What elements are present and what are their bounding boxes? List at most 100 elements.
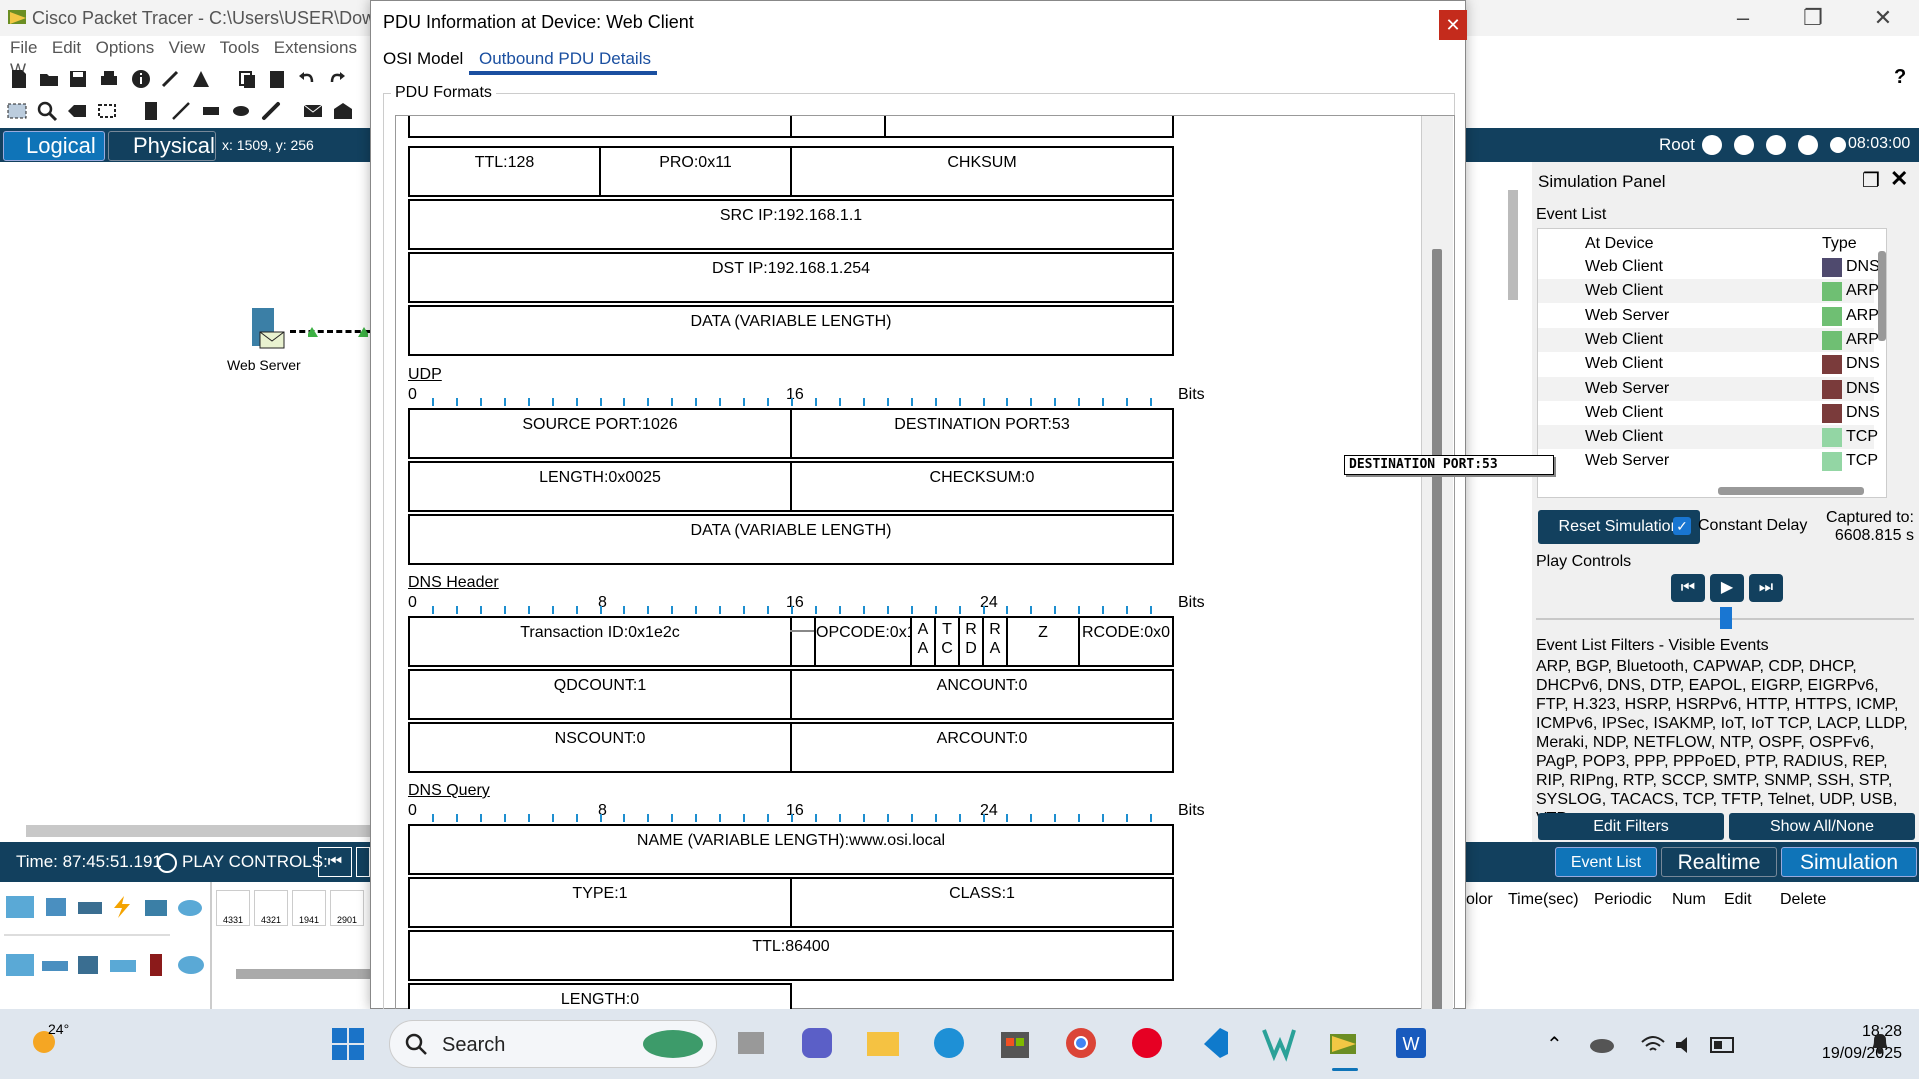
rectangle-icon[interactable] — [200, 100, 222, 122]
help-icon[interactable]: ? — [1894, 66, 1906, 89]
pdu-col-time[interactable]: Time(sec) — [1508, 891, 1579, 909]
multiuser-icon[interactable] — [176, 894, 204, 920]
security-category-icon[interactable] — [144, 952, 168, 978]
undock-icon[interactable]: ❐ — [1862, 168, 1880, 193]
menu-edit[interactable]: Edit — [52, 38, 81, 58]
physical-view-button[interactable]: Physical — [108, 131, 216, 161]
start-menu-icon[interactable] — [330, 1026, 366, 1062]
freeform-icon[interactable] — [260, 100, 282, 122]
battery-icon[interactable] — [1710, 1036, 1738, 1054]
event-row[interactable]: Web Server TCP — [1538, 449, 1878, 473]
event-list-hscrollbar[interactable] — [1718, 487, 1864, 495]
step-back-button[interactable]: ⏮ — [318, 847, 352, 877]
paste-icon[interactable] — [266, 68, 288, 90]
pdu-col-periodic[interactable]: Periodic — [1594, 891, 1652, 909]
realtime-mode-button[interactable]: Realtime — [1661, 847, 1777, 877]
edge-browser-icon[interactable] — [930, 1024, 968, 1062]
menu-tools[interactable]: Tools — [220, 38, 260, 58]
tab-outbound-pdu-details[interactable]: Outbound PDU Details — [469, 49, 661, 69]
dialog-scrollbar-thumb[interactable] — [1432, 249, 1442, 1009]
notification-bell-icon[interactable] — [1868, 1030, 1892, 1056]
show-all-none-button[interactable]: Show All/None — [1729, 813, 1915, 840]
tab-osi-model[interactable]: OSI Model — [383, 49, 463, 69]
word-icon[interactable]: W — [1392, 1024, 1430, 1062]
event-list-scrollbar[interactable] — [1878, 251, 1886, 341]
menu-view[interactable]: View — [169, 38, 206, 58]
dialog-close-button[interactable]: ✕ — [1439, 10, 1467, 40]
minimize-button[interactable]: – — [1720, 4, 1766, 32]
wizard-icon[interactable] — [160, 68, 182, 90]
vscode-icon[interactable] — [1194, 1024, 1232, 1062]
maximize-button[interactable]: ❐ — [1790, 4, 1836, 32]
end-devices-icon[interactable] — [42, 894, 70, 920]
menu-file[interactable]: File — [10, 38, 37, 58]
close-window-button[interactable]: ✕ — [1860, 4, 1906, 32]
pdu-col-edit[interactable]: Edit — [1724, 891, 1752, 909]
palette-scrollbar[interactable] — [236, 969, 370, 979]
wireless-category-icon[interactable] — [108, 952, 138, 978]
event-list-toggle[interactable]: Event List — [1555, 847, 1657, 877]
event-row[interactable]: Web Client DNS — [1538, 352, 1880, 376]
edit-filters-button[interactable]: Edit Filters — [1538, 813, 1724, 840]
task-view-icon[interactable] — [732, 1024, 770, 1062]
open-folder-icon[interactable] — [38, 68, 60, 90]
simulation-mode-button[interactable]: Simulation — [1781, 847, 1917, 877]
print-icon[interactable] — [98, 68, 120, 90]
delete-icon[interactable] — [66, 100, 88, 122]
pinterest-icon[interactable] — [1128, 1024, 1166, 1062]
ellipse-icon[interactable] — [230, 100, 252, 122]
play-button[interactable]: ▶ — [1710, 574, 1744, 602]
canvas-vertical-scrollbar[interactable] — [1508, 190, 1518, 300]
capture-forward-button[interactable]: ⏭ — [1749, 574, 1783, 602]
router-2901[interactable]: 2901 — [330, 890, 364, 926]
constant-delay-checkbox[interactable]: ✓ — [1673, 517, 1691, 535]
router-4321[interactable]: 4321 — [254, 890, 288, 926]
event-row[interactable]: Web Client DNS — [1538, 401, 1880, 425]
connections-icon[interactable] — [108, 894, 136, 920]
speed-slider-handle[interactable] — [1720, 607, 1732, 629]
resize-icon[interactable] — [96, 100, 118, 122]
back-button[interactable]: ⏮ — [1671, 574, 1705, 602]
packet-tracer-taskbar-icon[interactable] — [1326, 1024, 1364, 1062]
event-row[interactable]: Web Server DNS — [1538, 376, 1880, 401]
web-server-device-icon[interactable] — [248, 306, 288, 354]
routers-category-icon[interactable] — [4, 952, 36, 978]
complex-pdu-icon[interactable] — [332, 100, 354, 122]
note-icon[interactable] — [140, 100, 162, 122]
visio-app-icon[interactable] — [1260, 1024, 1298, 1062]
column-at-device[interactable]: At Device — [1585, 235, 1653, 253]
copy-icon[interactable] — [236, 68, 258, 90]
event-row[interactable]: Web Client ARP — [1538, 279, 1879, 304]
column-type[interactable]: Type — [1822, 235, 1857, 253]
router-4331[interactable]: 4331 — [216, 890, 250, 926]
new-file-icon[interactable] — [8, 68, 30, 90]
pdu-col-num[interactable]: Num — [1672, 891, 1706, 909]
event-row[interactable]: Web Client ARP — [1538, 327, 1879, 352]
navigation-icons[interactable] — [1700, 133, 1840, 157]
line-icon[interactable] — [170, 100, 192, 122]
wifi-icon[interactable] — [1640, 1034, 1666, 1056]
components-icon[interactable] — [76, 894, 104, 920]
close-panel-icon[interactable]: ✕ — [1890, 166, 1908, 192]
network-info-icon[interactable] — [190, 68, 212, 90]
menu-extensions[interactable]: Extensions — [274, 38, 357, 58]
chrome-browser-icon[interactable] — [1062, 1024, 1100, 1062]
menu-options[interactable]: Options — [96, 38, 155, 58]
router-1941[interactable]: 1941 — [292, 890, 326, 926]
redo-icon[interactable] — [326, 68, 348, 90]
pdu-col-delete[interactable]: Delete — [1780, 891, 1826, 909]
volume-icon[interactable] — [1674, 1034, 1700, 1056]
wan-emulation-icon[interactable] — [176, 952, 206, 978]
microsoft-store-icon[interactable] — [996, 1024, 1034, 1062]
tray-overflow-icon[interactable]: ⌃ — [1546, 1032, 1563, 1057]
pdu-col-color[interactable]: olor — [1466, 891, 1493, 909]
onedrive-icon[interactable] — [1588, 1034, 1616, 1056]
info-icon[interactable] — [130, 68, 152, 90]
undo-icon[interactable] — [296, 68, 318, 90]
event-row[interactable]: Web Server ARP — [1538, 304, 1879, 328]
file-explorer-icon[interactable] — [864, 1024, 902, 1062]
udp-destination-port-field[interactable]: DESTINATION PORT:53 — [790, 408, 1174, 459]
misc-icon[interactable] — [142, 894, 170, 920]
play-button-partial[interactable] — [356, 847, 370, 877]
event-row[interactable]: Web Client DNS — [1538, 255, 1880, 279]
